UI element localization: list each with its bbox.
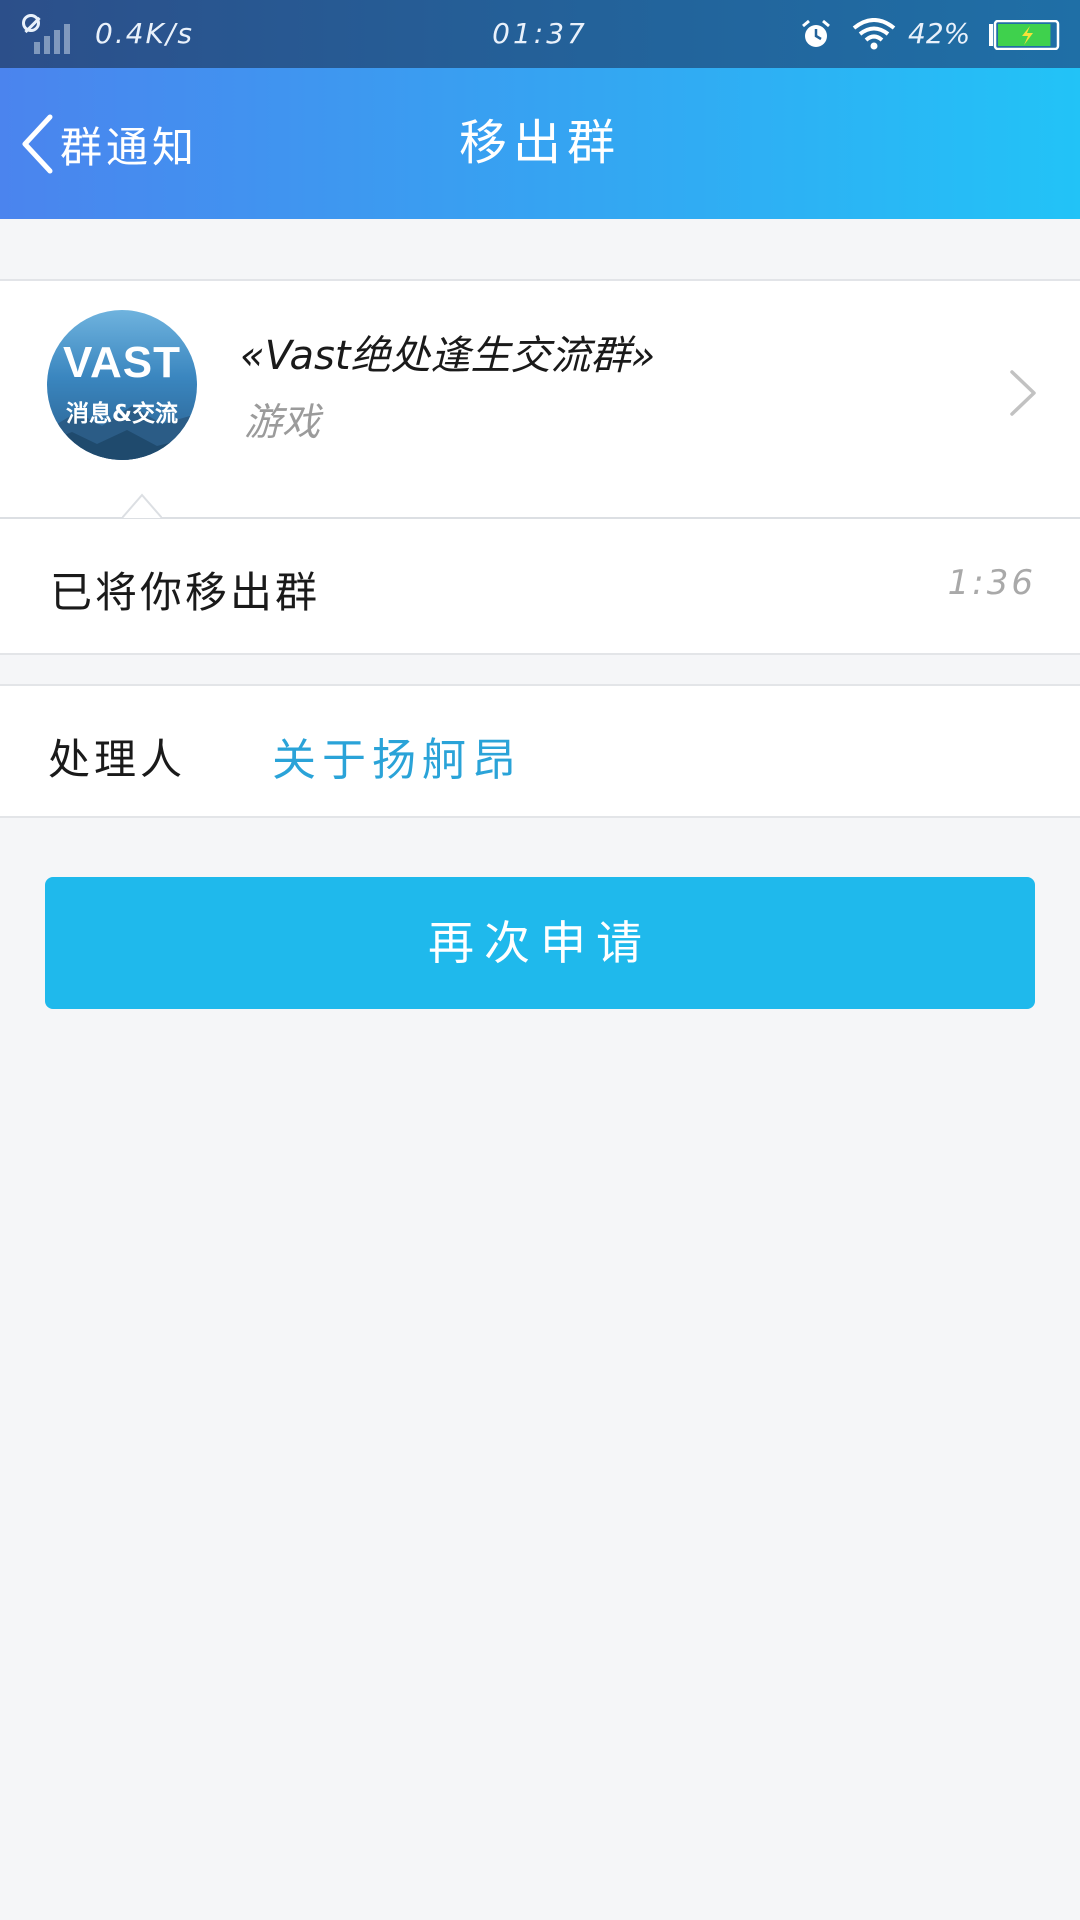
avatar-subtitle: 消息&交流 — [65, 401, 179, 427]
handler-name-link[interactable]: 关于扬舸昂 — [272, 724, 522, 788]
group-name: «Vast绝处逢生交流群» — [240, 333, 656, 379]
notice-message-row: 已将你移出群 1:36 — [0, 517, 1080, 655]
battery-charging-icon — [989, 20, 1060, 50]
handler-row: 处理人 关于扬舸昂 — [0, 684, 1080, 818]
reapply-button[interactable]: 再次申请 — [45, 877, 1035, 1009]
chevron-left-icon — [22, 114, 53, 174]
alarm-icon — [802, 19, 830, 47]
back-label: 群通知 — [60, 122, 199, 172]
back-button[interactable]: 群通知 — [20, 108, 198, 180]
status-bar: 0.4K/s 01:37 42% — [0, 0, 1080, 68]
group-card[interactable]: VAST 消息&交流 «Vast绝处逢生交流群» 游戏 — [0, 279, 1080, 519]
handler-label: 处理人 — [48, 735, 187, 784]
notice-time: 1:36 — [947, 563, 1036, 603]
avatar-title: VAST — [62, 338, 182, 387]
notice-message: 已将你移出群 — [50, 568, 321, 617]
group-avatar: VAST 消息&交流 — [47, 310, 197, 460]
pointer-arrow — [122, 493, 162, 519]
wifi-icon — [852, 18, 896, 50]
battery-percent: 42% — [908, 17, 971, 50]
chevron-right-icon — [1010, 370, 1036, 416]
header-bar: 移出群 群通知 — [0, 68, 1080, 219]
group-category: 游戏 — [244, 400, 321, 444]
